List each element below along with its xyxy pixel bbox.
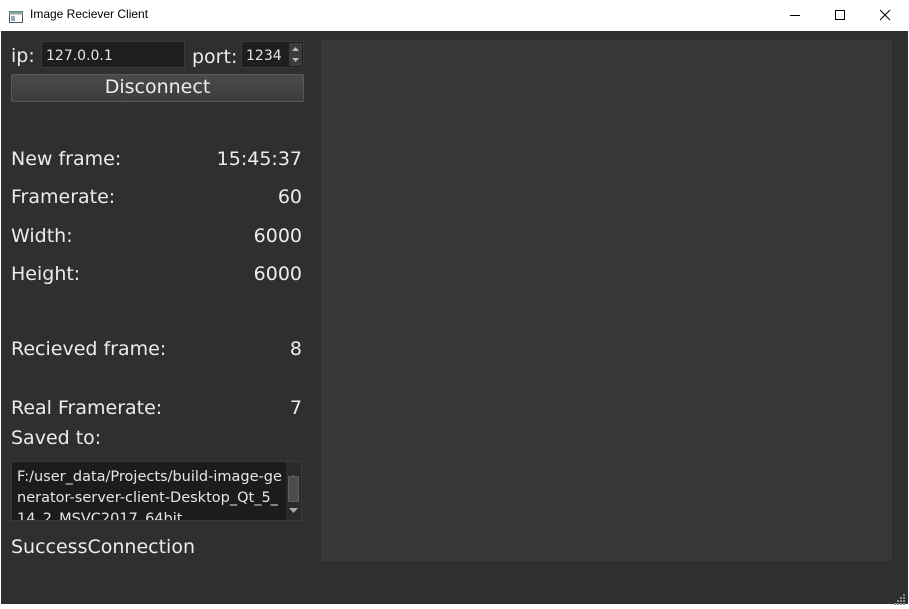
new-frame-value: 15:45:37 [216,148,302,170]
width-value: 6000 [253,225,302,247]
status-bar [1,563,908,605]
received-frame-value: 8 [289,338,302,360]
saved-path-text: F:/user_data/Projects/build-image-genera… [17,469,282,521]
window-title: Image Reciever Client [30,7,149,21]
status-message: SuccessConnection [11,536,195,558]
maximize-icon [834,6,846,25]
port-label: port: [192,46,238,68]
saved-to-label: Saved to: [11,427,102,449]
received-frame-label: Recieved frame: [11,338,167,360]
maximize-button[interactable] [817,0,863,31]
width-label: Width: [11,225,73,247]
ip-input[interactable]: 127.0.0.1 [41,41,185,68]
disconnect-button[interactable]: Disconnect [11,74,304,102]
control-panel: ip: 127.0.0.1 port: 1234 Disconnect New [1,31,321,604]
app-window: Image Reciever Client ip: 127.0.0.1 port… [0,0,909,605]
ip-label: ip: [11,45,35,67]
new-frame-label: New frame: [11,148,122,170]
spin-down-icon[interactable] [289,54,302,66]
real-framerate-label: Real Framerate: [11,397,163,419]
minimize-button[interactable] [772,0,818,31]
close-icon [879,6,891,25]
image-display-area [321,40,892,561]
saved-path-textbox[interactable]: F:/user_data/Projects/build-image-genera… [11,461,302,521]
close-button[interactable] [862,0,908,31]
framerate-value: 60 [277,186,302,208]
title-bar[interactable]: Image Reciever Client [0,0,909,32]
scroll-down-icon[interactable] [289,498,298,517]
minimize-icon [789,6,801,25]
splitter-grip-icon[interactable] [151,69,169,82]
height-label: Height: [11,263,81,285]
framerate-label: Framerate: [11,186,116,208]
window-icon [9,8,23,23]
real-framerate-value: 7 [289,397,302,419]
path-scrollbar[interactable] [286,462,301,520]
port-spinbox[interactable]: 1234 [241,41,304,68]
height-value: 6000 [253,263,302,285]
port-value: 1234 [246,48,282,64]
resize-grip-icon[interactable] [894,590,906,605]
main-content: ip: 127.0.0.1 port: 1234 Disconnect New [1,31,908,605]
